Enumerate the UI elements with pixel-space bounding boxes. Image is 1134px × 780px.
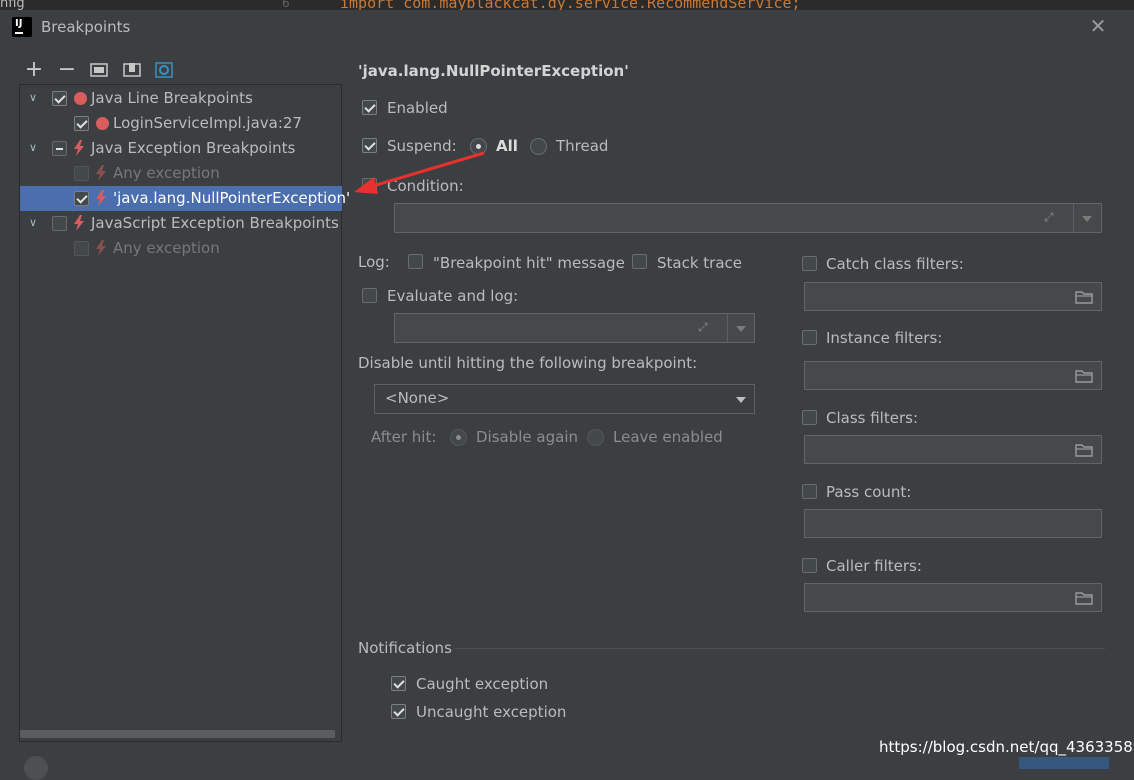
caller-filters-input[interactable] [804,583,1102,612]
disable-until-value: <None> [385,389,450,407]
done-button[interactable] [1019,757,1109,769]
lightning-icon [96,240,106,256]
checkbox-any-exception-javascript[interactable] [74,241,89,256]
class-filters-label[interactable]: Class filters: [826,409,918,427]
tree-item-label: Any exception [113,239,220,257]
folder-icon[interactable] [1075,591,1093,605]
disable-again-label[interactable]: Disable again [476,428,578,446]
chevron-down-icon[interactable] [736,326,746,332]
pass-count-input[interactable] [804,509,1102,538]
enabled-checkbox[interactable] [362,100,377,115]
tree-item-java-exception-breakpoints[interactable]: ∨ Java Exception Breakpoints [20,136,342,161]
pass-count-checkbox[interactable] [802,484,817,499]
tree-item-any-exception-java[interactable]: Any exception [20,161,342,186]
intellij-icon: IJ [12,17,32,37]
stack-trace-label[interactable]: Stack trace [657,254,742,272]
red-dot-icon [96,117,109,130]
instance-filters-label[interactable]: Instance filters: [826,329,942,347]
lightning-icon [74,140,84,156]
catch-class-filters-checkbox[interactable] [802,256,817,271]
tree-item-javascript-exception-breakpoints[interactable]: ∨ JavaScript Exception Breakpoints [20,211,342,236]
group-by-package-icon[interactable] [89,60,109,80]
condition-input[interactable] [394,203,1102,233]
watermark-text: https://blog.csdn.net/qq_43633589 [879,738,1134,756]
log-label: Log: [358,253,390,271]
dialog-title-bar [0,10,1134,46]
group-by-file-icon[interactable] [122,60,142,80]
disable-until-label: Disable until hitting the following brea… [358,354,698,372]
checkbox-java-exception-breakpoints[interactable] [52,141,67,156]
suspend-all-label[interactable]: All [496,137,518,155]
after-hit-label: After hit: [371,428,437,446]
background-line-number: 6 [282,0,290,10]
catch-class-filters-input[interactable] [804,282,1102,311]
class-filters-input[interactable] [804,435,1102,464]
checkbox-login-service-impl[interactable] [74,116,89,131]
remove-breakpoint-button[interactable]: − [57,59,77,81]
chevron-down-icon[interactable]: ∨ [27,142,39,154]
lightning-icon [74,215,84,231]
folder-icon[interactable] [1075,290,1093,304]
notifications-heading: Notifications [358,639,452,657]
log-message-checkbox[interactable] [408,254,423,269]
enabled-label[interactable]: Enabled [387,99,448,117]
dropdown-separator [1073,204,1074,232]
suspend-thread-label[interactable]: Thread [556,137,608,155]
evaluate-log-checkbox[interactable] [362,288,377,303]
uncaught-exception-label[interactable]: Uncaught exception [416,703,566,721]
tree-item-null-pointer-exception[interactable]: 'java.lang.NullPointerException' [20,186,350,211]
chevron-down-icon[interactable] [1082,216,1092,222]
tree-horizontal-scrollbar[interactable] [20,730,335,738]
red-dot-icon [74,92,87,105]
caller-filters-label[interactable]: Caller filters: [826,557,922,575]
folder-icon[interactable] [1075,443,1093,457]
dropdown-separator [727,314,728,342]
tree-item-login-service-impl[interactable]: LoginServiceImpl.java:27 [20,111,342,136]
chevron-down-icon[interactable]: ∨ [27,92,39,104]
annotation-arrow [354,151,485,194]
tree-item-label: Any exception [113,164,220,182]
close-icon[interactable]: ✕ [1087,15,1109,37]
tree-item-any-exception-javascript[interactable]: Any exception [20,236,342,261]
caught-exception-checkbox[interactable] [391,676,406,691]
tree-item-label: Java Line Breakpoints [91,89,253,107]
leave-enabled-label[interactable]: Leave enabled [613,428,723,446]
chevron-down-icon[interactable]: ∨ [27,217,39,229]
help-button[interactable] [24,756,48,780]
caller-filters-checkbox[interactable] [802,558,817,573]
checkbox-java-line-breakpoints[interactable] [52,91,67,106]
expand-icon[interactable]: ⤢ [698,320,714,336]
lightning-icon [96,165,106,181]
checkbox-javascript-exception-breakpoints[interactable] [52,216,67,231]
group-by-class-icon[interactable] [154,60,174,80]
class-filters-checkbox[interactable] [802,410,817,425]
checkbox-null-pointer-exception[interactable] [74,191,89,206]
tree-item-java-line-breakpoints[interactable]: ∨ Java Line Breakpoints [20,86,342,111]
evaluate-log-label[interactable]: Evaluate and log: [387,287,518,305]
tree-item-label: JavaScript Exception Breakpoints [91,214,339,232]
dialog-title: Breakpoints [41,18,131,36]
leave-enabled-radio[interactable] [587,429,604,446]
tree-item-label: LoginServiceImpl.java:27 [113,114,302,132]
expand-icon[interactable]: ⤢ [1044,210,1060,226]
add-breakpoint-button[interactable]: + [24,59,44,81]
stack-trace-checkbox[interactable] [632,254,647,269]
pass-count-label[interactable]: Pass count: [826,483,911,501]
disable-again-radio[interactable] [450,429,467,446]
checkbox-any-exception-java[interactable] [74,166,89,181]
catch-class-filters-label[interactable]: Catch class filters: [826,255,964,273]
log-message-label[interactable]: "Breakpoint hit" message [433,254,625,272]
tree-item-label: Java Exception Breakpoints [91,139,296,157]
suspend-thread-radio[interactable] [530,138,547,155]
caught-exception-label[interactable]: Caught exception [416,675,548,693]
instance-filters-input[interactable] [804,361,1102,390]
lightning-icon [96,190,106,206]
tree-item-label: 'java.lang.NullPointerException' [113,189,351,207]
uncaught-exception-checkbox[interactable] [391,704,406,719]
notifications-divider [455,648,1105,649]
instance-filters-checkbox[interactable] [802,330,817,345]
chevron-down-icon[interactable] [736,397,746,403]
folder-icon[interactable] [1075,369,1093,383]
breakpoint-heading: 'java.lang.NullPointerException' [358,62,629,80]
